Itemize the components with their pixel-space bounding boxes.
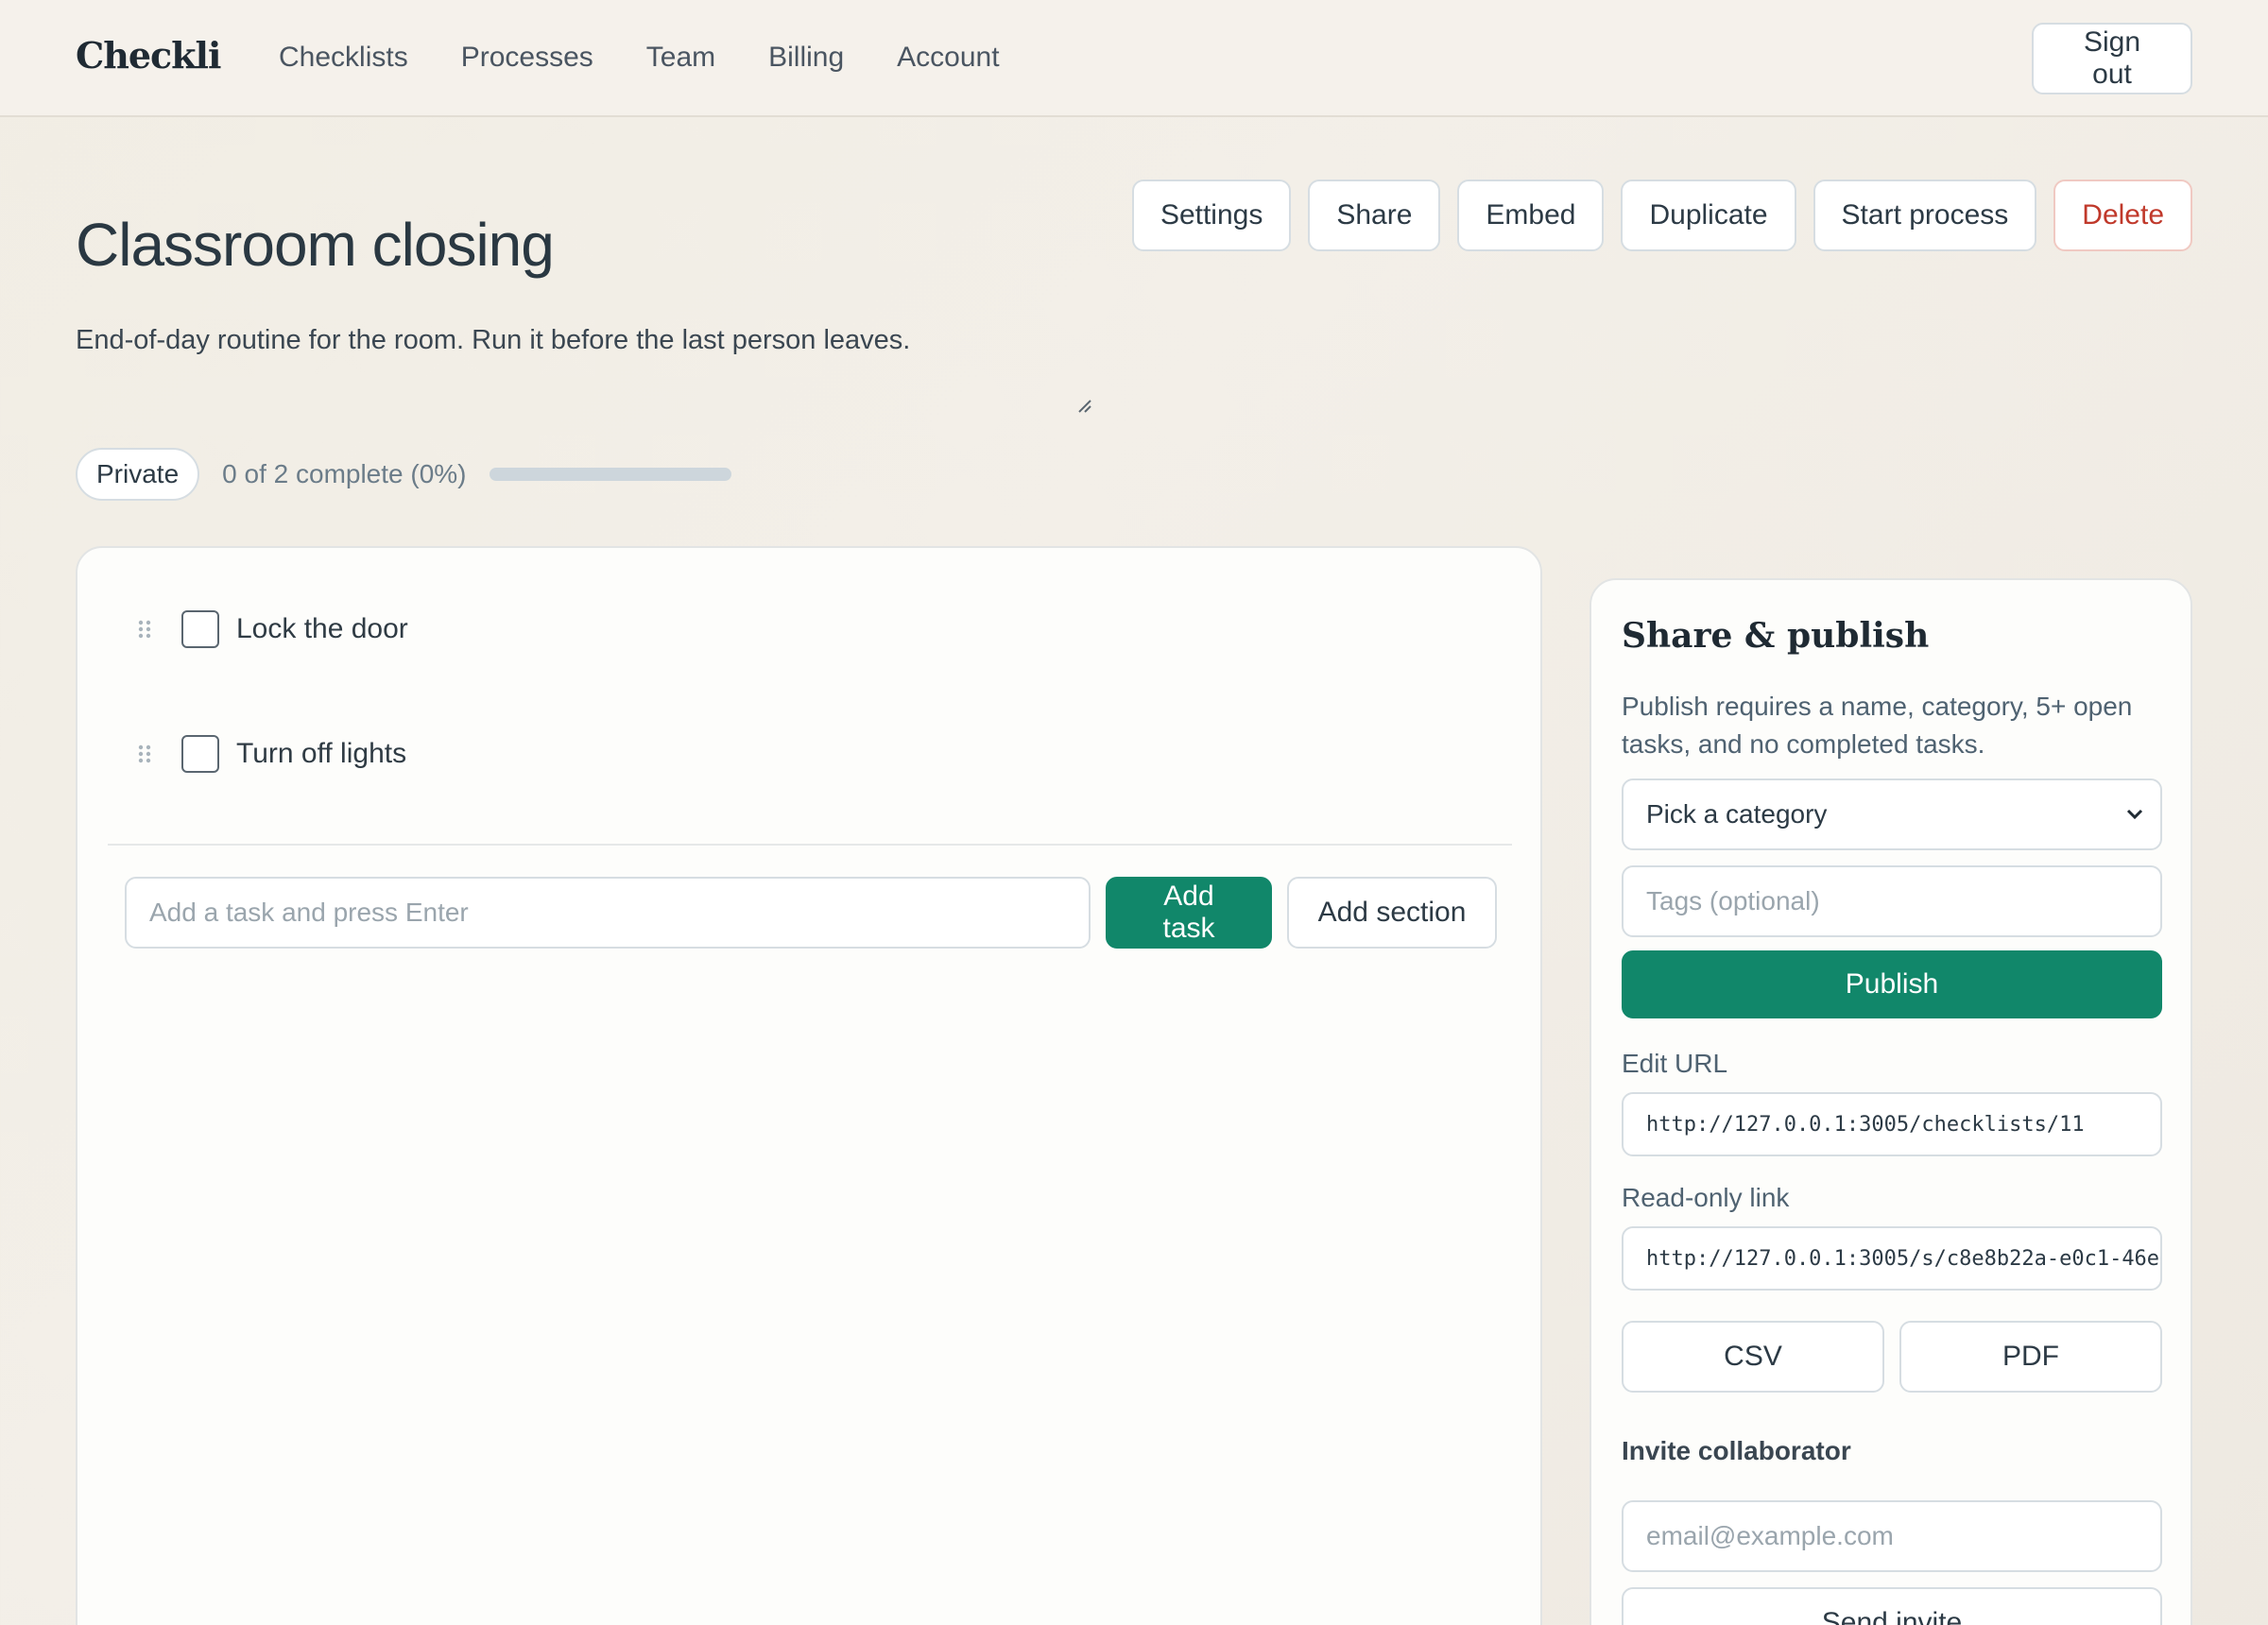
description-textarea[interactable] [76,325,1096,412]
task-checkbox[interactable] [181,735,219,773]
nav-link-team[interactable]: Team [646,42,715,74]
nav-link-checklists[interactable]: Checklists [279,42,408,74]
send-invite-button[interactable]: Send invite [1622,1587,2162,1625]
top-nav: Checkli Checklists Processes Team Billin… [0,0,2268,117]
drag-handle-icon[interactable] [136,619,153,640]
checklist-card: Lock the door Turn off lights Add task A… [76,546,1542,1625]
add-task-input[interactable] [125,877,1091,949]
invite-email-input[interactable] [1622,1500,2162,1572]
page-title[interactable]: Classroom closing [76,210,555,280]
task-row: Lock the door [136,610,408,648]
add-section-button[interactable]: Add section [1287,877,1497,949]
readonly-link-field[interactable]: http://127.0.0.1:3005/s/c8e8b22a-e0c1-46… [1622,1226,2162,1291]
category-select-value: Pick a category [1646,799,1828,829]
share-publish-title: Share & publish [1622,616,1930,656]
nav-link-processes[interactable]: Processes [461,42,593,74]
progress-bar [489,468,731,481]
progress-text: 0 of 2 complete (0%) [222,459,467,488]
export-csv-button[interactable]: CSV [1622,1321,1884,1393]
settings-button[interactable]: Settings [1131,180,1292,251]
nav-links: Checklists Processes Team Billing Accoun… [279,42,1000,74]
brand-logo[interactable]: Checkli [76,34,221,77]
invite-collaborator-label: Invite collaborator [1622,1436,1851,1465]
export-pdf-button[interactable]: PDF [1899,1321,2162,1393]
resize-grip-icon[interactable] [1075,397,1092,414]
tags-input[interactable] [1622,865,2162,937]
duplicate-button[interactable]: Duplicate [1621,180,1796,251]
publish-requirements-note: Publish requires a name, category, 5+ op… [1622,692,2133,759]
nav-link-account[interactable]: Account [897,42,999,74]
checklist-actions: Settings Share Embed Duplicate Start pro… [1131,180,2192,251]
task-checkbox[interactable] [181,610,219,648]
edit-url-field[interactable]: http://127.0.0.1:3005/checklists/11 [1622,1092,2162,1156]
delete-button[interactable]: Delete [2053,180,2192,251]
visibility-badge[interactable]: Private [76,448,200,501]
task-label[interactable]: Turn off lights [236,738,406,770]
publish-button[interactable]: Publish [1622,950,2162,1018]
readonly-link-label: Read-only link [1622,1183,1790,1212]
embed-button[interactable]: Embed [1457,180,1605,251]
status-row: Private 0 of 2 complete (0%) [76,448,731,501]
share-button[interactable]: Share [1308,180,1441,251]
add-task-button[interactable]: Add task [1106,877,1272,949]
category-select[interactable]: Pick a category [1622,778,2162,850]
task-label[interactable]: Lock the door [236,613,408,645]
share-publish-card: Share & publish Publish requires a name,… [1589,578,2192,1625]
edit-url-label: Edit URL [1622,1049,1728,1078]
divider [108,844,1512,846]
drag-handle-icon[interactable] [136,744,153,764]
start-process-button[interactable]: Start process [1813,180,2037,251]
sign-out-button[interactable]: Sign out [2032,23,2192,94]
nav-link-billing[interactable]: Billing [768,42,844,74]
chevron-down-icon [2126,809,2143,820]
task-row: Turn off lights [136,735,406,773]
